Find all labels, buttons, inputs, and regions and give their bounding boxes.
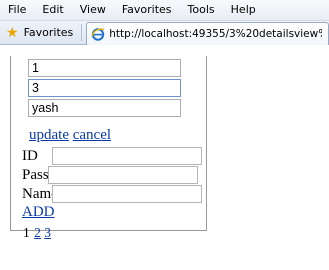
menu-help[interactable]: Help (223, 0, 264, 20)
pass-label: Pass (22, 167, 49, 183)
edit-field-3[interactable]: yash (28, 99, 181, 117)
pager-link-3[interactable]: 3 (44, 225, 51, 240)
page-content: 1 3 yash update cancel ID Pass Name ADD … (0, 45, 329, 270)
menu-tools[interactable]: Tools (180, 0, 223, 20)
menu-view[interactable]: View (72, 0, 114, 20)
ie-page-icon (91, 28, 105, 41)
star-icon: ★ (6, 24, 19, 41)
edit-actions: update cancel (29, 127, 111, 144)
details-view-panel: 1 3 yash update cancel ID Pass Name ADD … (10, 56, 207, 240)
favorites-button[interactable]: ★ Favorites (0, 21, 79, 44)
edit-field-1[interactable]: 1 (28, 59, 181, 77)
pager-current-page: 1 (23, 225, 30, 240)
tab-title: http://localhost:49355/3%20detailsview%2… (109, 28, 322, 40)
toolbar-divider (81, 24, 83, 41)
favorites-bar: ★ Favorites http://localhost:49355/3%20d… (0, 21, 329, 45)
name-input[interactable] (52, 185, 202, 203)
menu-bar: File Edit View Favorites Tools Help (0, 0, 329, 21)
menu-file[interactable]: File (0, 0, 34, 20)
pager-link-2[interactable]: 2 (34, 225, 41, 240)
edit-field-2[interactable]: 3 (28, 79, 181, 97)
cancel-link[interactable]: cancel (73, 127, 111, 143)
id-input[interactable] (52, 147, 202, 165)
add-link[interactable]: ADD (22, 204, 55, 221)
favorites-label: Favorites (23, 26, 74, 39)
pager: 1 2 3 (23, 225, 51, 241)
id-label: ID (22, 148, 38, 164)
menu-edit[interactable]: Edit (34, 0, 71, 20)
menu-favorites[interactable]: Favorites (114, 0, 180, 20)
pass-input[interactable] (48, 166, 198, 184)
update-link[interactable]: update (29, 127, 69, 143)
browser-tab[interactable]: http://localhost:49355/3%20detailsview%2… (86, 22, 329, 45)
